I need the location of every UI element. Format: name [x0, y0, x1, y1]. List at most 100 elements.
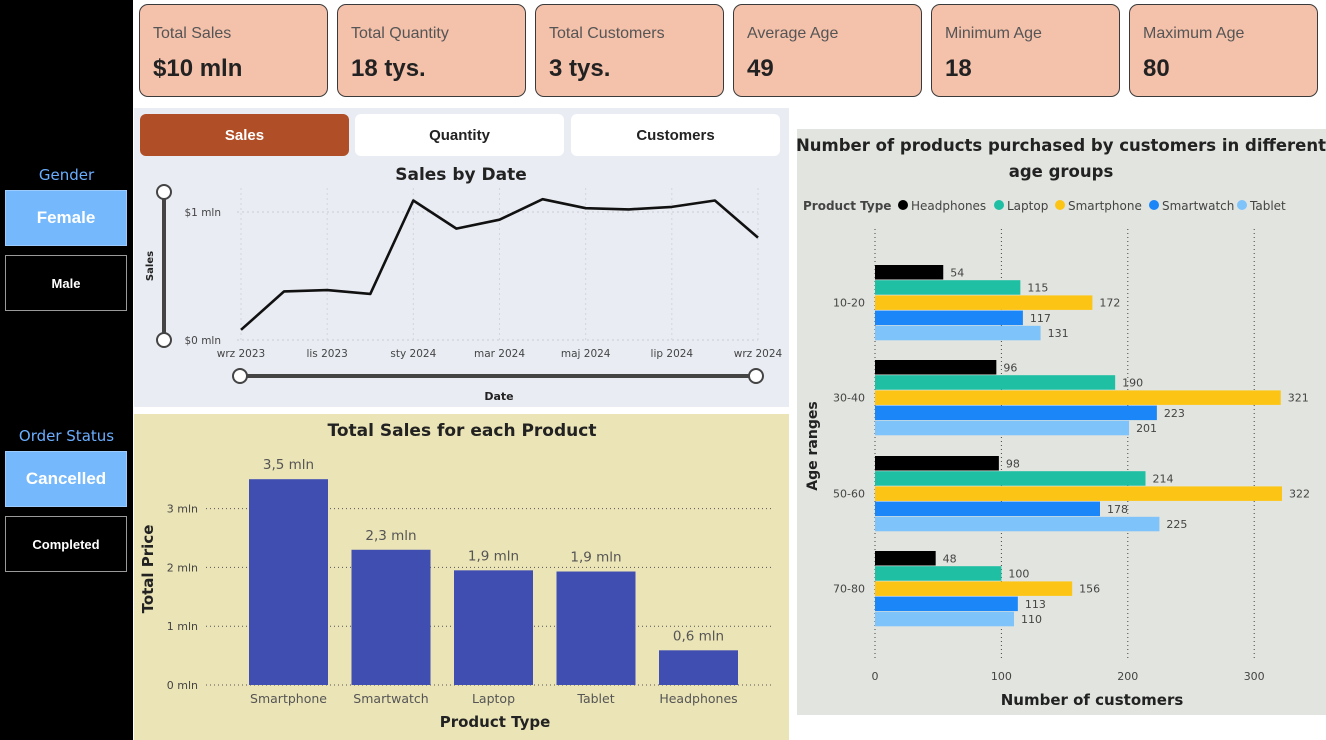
x-tick-label: Smartphone [250, 691, 327, 706]
y-range-handle-top [156, 184, 172, 200]
kpi-card-total-sales: Total Sales $10 mln [139, 4, 328, 97]
order-status-slicer-title: Order Status [18, 427, 115, 445]
x-range-handle-right [748, 368, 764, 384]
x-tick-label: Tablet [576, 691, 614, 706]
y-tick-label: $1 mln [185, 207, 222, 219]
age-group-bar [875, 390, 1281, 405]
bar-data-label: 201 [1136, 422, 1157, 435]
legend-marker [1149, 200, 1159, 210]
bar-data-label: 223 [1164, 407, 1185, 420]
product-bar [249, 479, 328, 685]
legend-marker [1237, 200, 1247, 210]
legend-label: Headphones [911, 199, 986, 213]
bar-data-label: 156 [1079, 583, 1100, 596]
kpi-value: $10 mln [153, 55, 243, 82]
kpi-card-total-customers: Total Customers 3 tys. [535, 4, 724, 97]
age-group-bar [875, 516, 1160, 532]
kpi-label: Minimum Age [945, 25, 1042, 42]
age-groups-panel: Number of products purchased by customer… [797, 129, 1326, 715]
bar-data-label: 48 [943, 552, 957, 565]
y-range-handle-bottom [156, 332, 172, 348]
y-tick-label: 10-20 [833, 297, 865, 310]
legend-marker [1055, 200, 1065, 210]
age-group-bar [875, 375, 1116, 390]
x-tick-label: lis 2023 [306, 348, 347, 360]
kpi-label: Total Sales [153, 25, 232, 42]
y-tick-label: 1 mln [167, 620, 198, 633]
kpi-card-total-quantity: Total Quantity 18 tys. [337, 4, 526, 97]
y-tick-label: 50-60 [833, 488, 865, 501]
bar-data-label: 172 [1099, 297, 1120, 310]
chart-title: Total Sales for each Product [328, 421, 597, 441]
kpi-label: Total Quantity [351, 25, 449, 42]
age-group-bar [875, 566, 1002, 581]
bar-data-label: 322 [1289, 488, 1310, 501]
bar-data-label: 2,3 mln [365, 528, 416, 544]
chart-title-line-1: Number of products purchased by customer… [797, 136, 1326, 155]
age-group-bar [875, 405, 1157, 421]
bar-data-label: 1,9 mln [570, 550, 621, 566]
bar-data-label: 214 [1152, 472, 1173, 485]
legend-marker [994, 200, 1004, 210]
kpi-label: Total Customers [549, 25, 665, 42]
bar-data-label: 1,9 mln [468, 548, 519, 564]
bar-data-label: 98 [1006, 457, 1020, 470]
bar-data-label: 117 [1030, 312, 1051, 325]
x-range-handle-left [232, 368, 248, 384]
bar-data-label: 131 [1048, 327, 1069, 340]
age-group-bar [875, 486, 1283, 501]
order-status-cancelled-button[interactable]: Cancelled [5, 451, 127, 507]
product-bar [659, 650, 738, 685]
y-axis-title: Total Price [139, 525, 157, 614]
sales-by-date-panel: Sales Quantity Customers Sales by Date $0… [134, 108, 789, 407]
age-group-bar [875, 360, 997, 375]
age-group-bar [875, 456, 999, 471]
kpi-label: Average Age [747, 25, 839, 42]
chart-title: Sales by Date [395, 165, 527, 185]
product-sales-panel: Total Sales for each Product 0 mln 1 mln 2 … [134, 414, 789, 740]
y-axis-title: Sales [145, 251, 156, 281]
product-bar [454, 570, 533, 685]
bar-data-label: 110 [1021, 613, 1042, 626]
gender-slicer-title: Gender [38, 166, 95, 184]
bar-data-label: 225 [1166, 518, 1187, 531]
x-axis-title: Number of customers [1001, 691, 1184, 709]
bar-data-label: 3,5 mln [263, 457, 314, 473]
sales-by-date-chart: Sales by Date $0 mln $1 mln wrz 2023 lis 202… [145, 165, 783, 403]
bar-data-label: 190 [1122, 376, 1143, 389]
age-group-bar [875, 295, 1093, 310]
age-group-bar [875, 551, 936, 566]
y-tick-label: 0 mln [167, 679, 198, 692]
age-group-bar [875, 280, 1021, 295]
x-tick-label: maj 2024 [561, 348, 611, 360]
x-tick-label: 300 [1244, 670, 1265, 683]
x-tick-label: lip 2024 [651, 348, 694, 360]
legend-label: Smartwatch [1162, 199, 1234, 213]
legend-title: Product Type [803, 199, 891, 213]
x-tick-label: 200 [1117, 670, 1138, 683]
bar-data-label: 321 [1288, 392, 1309, 405]
legend-marker [898, 200, 908, 210]
product-bar [556, 571, 636, 685]
x-tick-label: sty 2024 [390, 348, 436, 360]
bar-data-label: 115 [1027, 281, 1048, 294]
x-axis-title: Date [484, 390, 513, 403]
order-status-completed-button[interactable]: Completed [5, 516, 127, 572]
kpi-value: 18 [945, 55, 972, 82]
chart-title-line-2: age groups [1009, 162, 1114, 181]
x-tick-label: Laptop [472, 691, 515, 706]
y-axis-title: Age ranges [805, 401, 821, 490]
y-tick-label: 30-40 [833, 392, 865, 405]
bar-data-label: 54 [950, 266, 964, 279]
age-group-bar [875, 325, 1041, 341]
legend-label: Laptop [1007, 199, 1048, 213]
y-tick-label: 2 mln [167, 561, 198, 574]
product-sales-chart: Total Sales for each Product 0 mln 1 mln 2 … [139, 421, 774, 731]
age-group-bar [875, 265, 944, 280]
x-tick-label: wrz 2023 [217, 348, 265, 360]
age-group-bar [875, 471, 1146, 486]
kpi-value: 49 [747, 55, 774, 82]
gender-female-button[interactable]: Female [5, 190, 127, 246]
gender-male-button[interactable]: Male [5, 255, 127, 311]
x-tick-label: wrz 2024 [734, 348, 783, 360]
